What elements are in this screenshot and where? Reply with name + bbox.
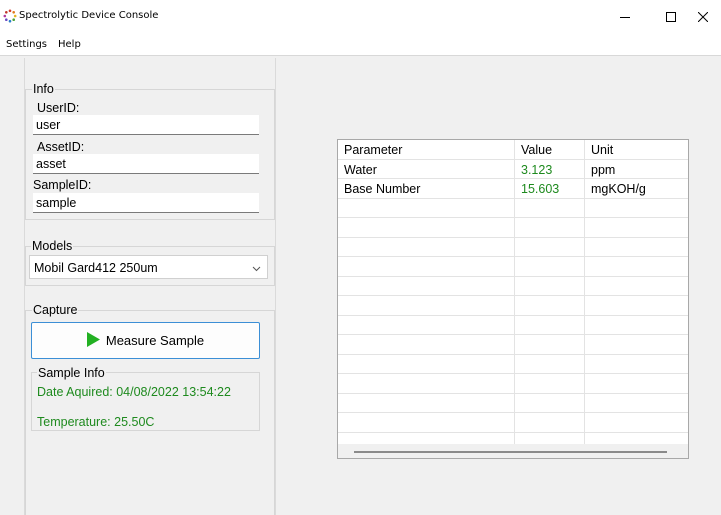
- horizontal-scrollbar[interactable]: [338, 444, 688, 458]
- info-legend: Info: [32, 82, 55, 96]
- title-bar: Spectrolytic Device Console: [0, 0, 721, 34]
- table-row-empty: [338, 257, 688, 277]
- column-header-unit[interactable]: Unit: [591, 143, 613, 157]
- model-select[interactable]: Mobil Gard412 250um: [29, 255, 268, 279]
- table-row-empty: [338, 218, 688, 238]
- table-row-empty: [338, 335, 688, 355]
- table-row-empty: [338, 413, 688, 433]
- temperature-text: Temperature: 25.50C: [37, 415, 155, 429]
- table-row[interactable]: Base Number 15.603 mgKOH/g: [338, 179, 688, 199]
- table-row-empty: [338, 238, 688, 257]
- table-row-empty: [338, 355, 688, 374]
- column-header-value[interactable]: Value: [521, 143, 552, 157]
- table-row[interactable]: Water 3.123 ppm: [338, 160, 688, 179]
- assetid-input[interactable]: [33, 154, 259, 174]
- table-row-empty: [338, 296, 688, 316]
- minimize-icon: [620, 17, 630, 18]
- date-acquired-text: Date Aquired: 04/08/2022 13:54:22: [37, 385, 231, 399]
- models-legend: Models: [31, 239, 74, 253]
- menu-help[interactable]: Help: [58, 39, 81, 50]
- table-row-empty: [338, 316, 688, 335]
- cell-value: 15.603: [521, 182, 560, 196]
- sample-info-legend: Sample Info: [37, 366, 106, 380]
- measure-sample-label: Measure Sample: [105, 333, 205, 348]
- cell-unit: mgKOH/g: [591, 182, 646, 196]
- maximize-icon: [666, 12, 676, 22]
- scrollbar-thumb[interactable]: [354, 451, 667, 453]
- measure-sample-button[interactable]: Measure Sample: [31, 322, 260, 359]
- column-header-parameter[interactable]: Parameter: [344, 143, 402, 157]
- cell-parameter: Base Number: [344, 182, 421, 196]
- close-icon: [698, 12, 708, 22]
- sampleid-input[interactable]: [33, 193, 259, 213]
- table-row-empty: [338, 199, 688, 218]
- sampleid-label: SampleID:: [33, 178, 92, 192]
- minimize-button[interactable]: [602, 0, 648, 34]
- userid-label: UserID:: [37, 101, 80, 115]
- capture-legend: Capture: [32, 303, 79, 317]
- cell-parameter: Water: [344, 162, 377, 177]
- results-grid[interactable]: Parameter Value Unit Water 3.123 ppm Bas…: [337, 139, 689, 459]
- window-title: Spectrolytic Device Console: [19, 10, 159, 21]
- chevron-down-icon: [252, 262, 261, 276]
- cell-unit: ppm: [591, 162, 616, 177]
- spinner-icon: [3, 9, 17, 23]
- userid-input[interactable]: [33, 115, 259, 135]
- play-icon: [86, 331, 100, 350]
- grid-header-row: Parameter Value Unit: [338, 140, 688, 160]
- table-row-empty: [338, 394, 688, 413]
- menu-settings[interactable]: Settings: [6, 39, 47, 50]
- cell-value: 3.123: [521, 162, 553, 177]
- assetid-label: AssetID:: [37, 140, 85, 154]
- table-row-empty: [338, 277, 688, 296]
- close-button[interactable]: [685, 0, 721, 34]
- table-row-empty: [338, 374, 688, 394]
- menu-bar: Settings Help: [0, 34, 721, 56]
- model-select-value: Mobil Gard412 250um: [34, 261, 158, 275]
